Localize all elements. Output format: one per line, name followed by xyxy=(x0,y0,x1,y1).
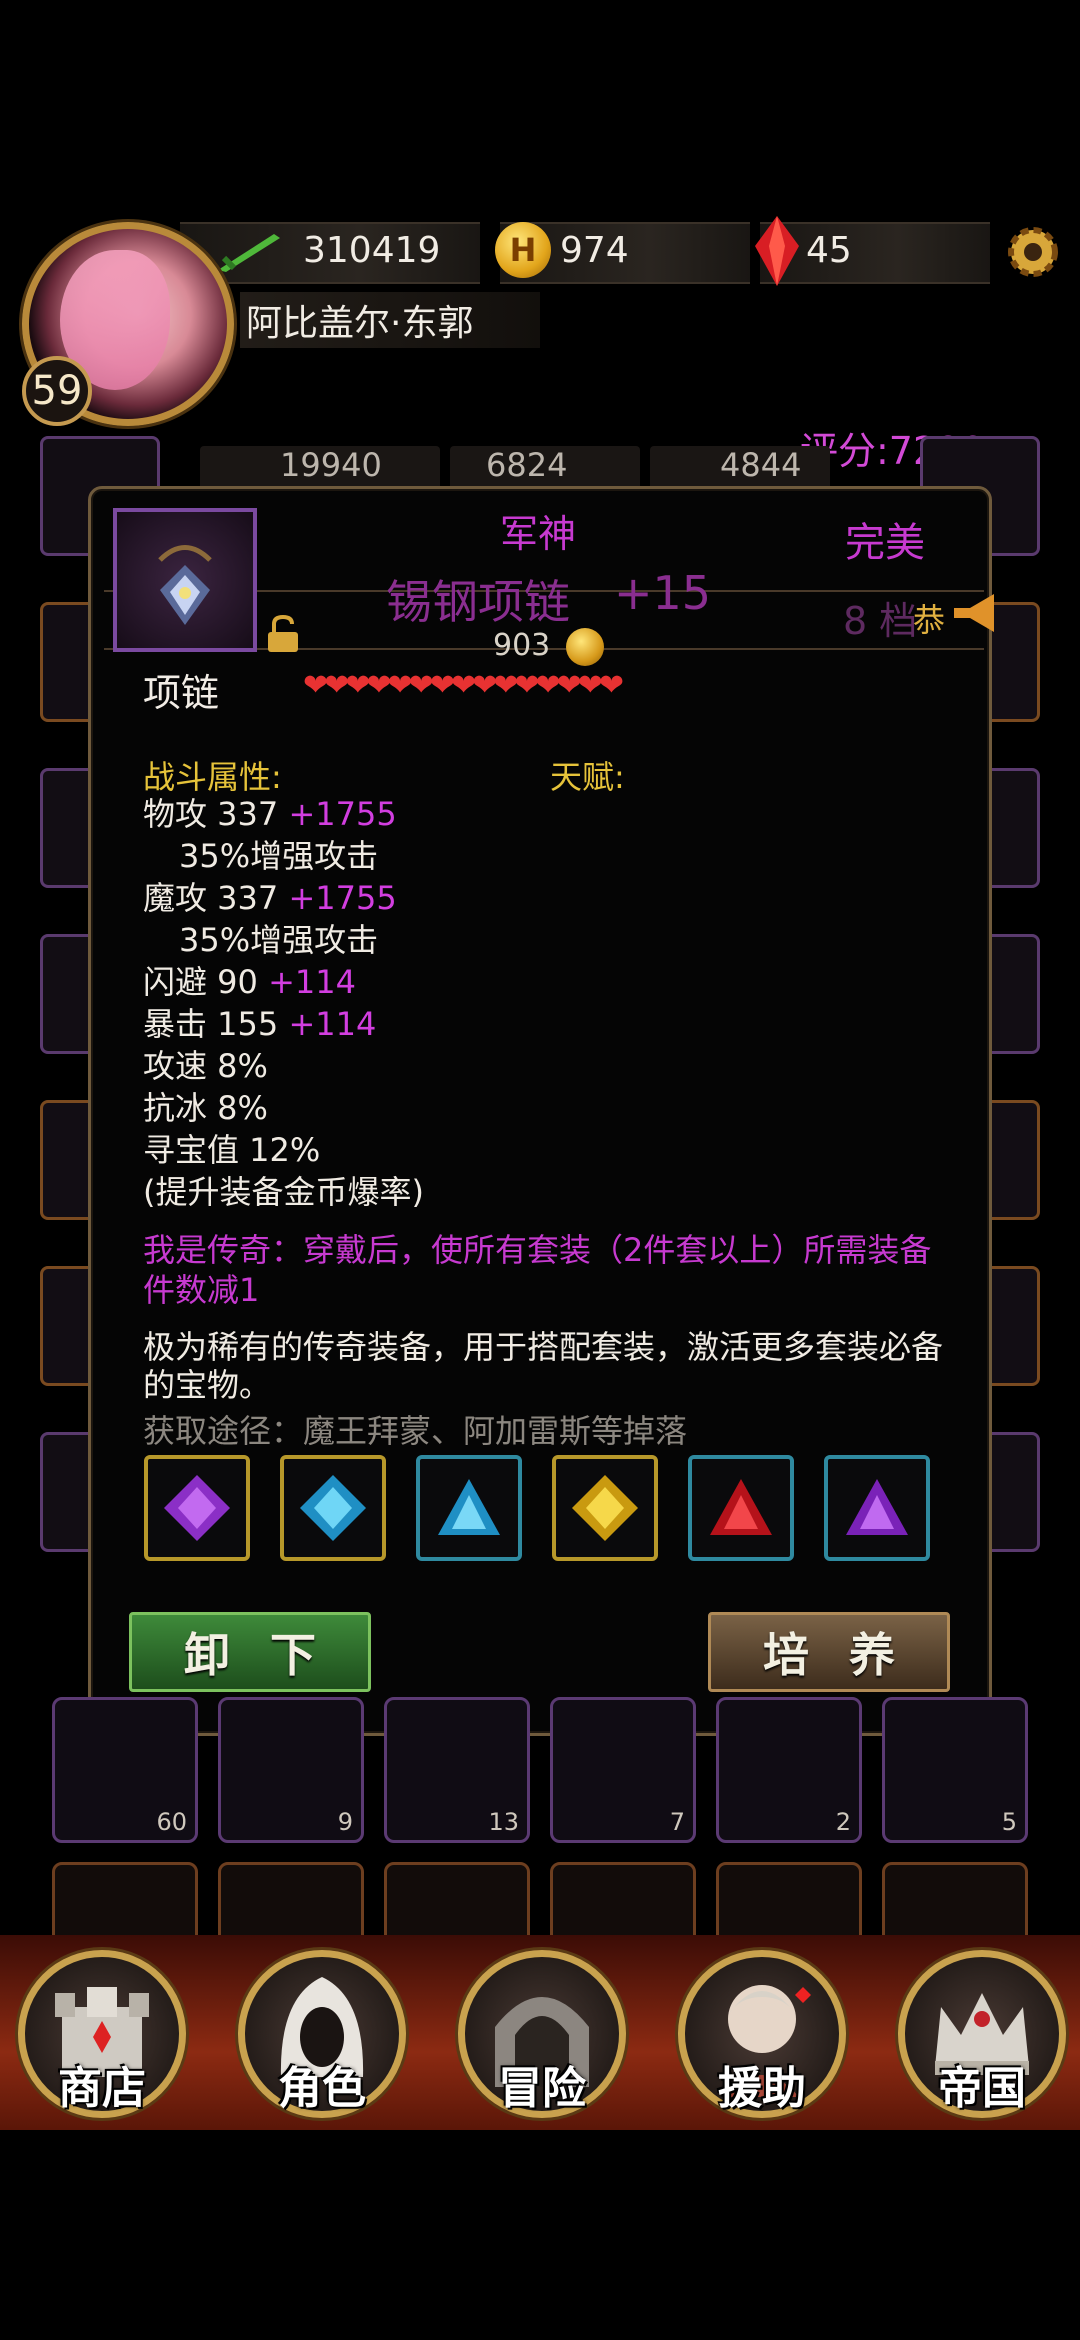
stat-row: 35%增强攻击 xyxy=(179,921,379,959)
inventory-slot[interactable]: 9 xyxy=(218,1697,364,1843)
gem-socket[interactable] xyxy=(280,1455,386,1561)
nav-assist-label: 援助 xyxy=(718,2063,806,2114)
necklace-icon xyxy=(158,545,212,625)
nav-empire-label: 帝国 xyxy=(938,2063,1026,2114)
gold-coin-icon: H xyxy=(495,222,551,278)
stat-row: 闪避 90 +114 xyxy=(143,963,356,1001)
gem-socket[interactable] xyxy=(688,1455,794,1561)
item-slot-count: 8 档 xyxy=(843,599,918,643)
nav-adventure-label: 冒险 xyxy=(498,2063,586,2114)
nav-character-label: 角色 xyxy=(278,2063,366,2114)
stat-list: 物攻 337 +1755 35%增强攻击 魔攻 337 +1755 35%增强攻… xyxy=(143,793,424,1213)
stat-row: 35%增强攻击 xyxy=(179,837,379,875)
item-category: 军神 xyxy=(500,512,577,556)
gem-socket[interactable] xyxy=(824,1455,930,1561)
inventory-slot[interactable]: 5 xyxy=(882,1697,1028,1843)
talent-label: 天赋: xyxy=(550,758,625,796)
item-quality: 完美 xyxy=(845,520,925,566)
stat-row: 暴击 155 +114 xyxy=(143,1005,377,1043)
nav-shop-label: 商店 xyxy=(58,2063,146,2114)
legend-effect-text: 我是传奇：穿戴后，使所有套装（2件套以上）所需装备件数减1 xyxy=(143,1231,932,1309)
red-gem-icon xyxy=(755,216,799,286)
train-button[interactable]: 培养 xyxy=(708,1612,950,1692)
item-enhance-level: +15 xyxy=(614,566,712,620)
horn-icon[interactable] xyxy=(950,590,1002,636)
gem-socket[interactable] xyxy=(144,1455,250,1561)
item-description: 极为稀有的传奇装备，用于搭配套装，激活更多套装必备的宝物。 xyxy=(143,1328,944,1404)
congrats-label: 恭 xyxy=(913,601,946,639)
inventory-slot[interactable]: 60 xyxy=(52,1697,198,1843)
yellow-diamond-gem-icon xyxy=(572,1475,638,1541)
power-value: 310419 xyxy=(303,230,441,271)
unequip-button[interactable]: 卸下 xyxy=(129,1612,371,1692)
stat-row: 魔攻 337 +1755 xyxy=(143,879,397,917)
purple-triangle-gem-icon xyxy=(846,1479,908,1535)
level-badge: 59 xyxy=(22,356,92,426)
blue-triangle-gem-icon xyxy=(438,1479,500,1535)
stat-row: 寻宝值 12% xyxy=(143,1131,321,1169)
gem-value: 45 xyxy=(806,230,852,271)
stat-row: 物攻 337 +1755 xyxy=(143,795,397,833)
gem-socket[interactable] xyxy=(416,1455,522,1561)
sword-power-icon xyxy=(218,234,280,272)
coin-icon xyxy=(566,628,604,666)
rating-hearts: ❤❤❤❤❤❤❤❤❤❤❤❤❤❤❤ xyxy=(303,668,624,703)
inventory-slot[interactable]: 7 xyxy=(550,1697,696,1843)
blue-diamond-gem-icon xyxy=(300,1475,366,1541)
gold-value: 974 xyxy=(560,230,629,271)
gem-socket[interactable] xyxy=(552,1455,658,1561)
item-slot-type: 项链 xyxy=(143,671,220,715)
inventory-slot[interactable]: 13 xyxy=(384,1697,530,1843)
purple-diamond-gem-icon xyxy=(164,1475,230,1541)
item-name: 锡钢项链 xyxy=(386,575,570,629)
lock-icon[interactable] xyxy=(264,614,302,654)
item-source: 获取途径：魔王拜蒙、阿加雷斯等掉落 xyxy=(143,1412,688,1450)
item-price: 903 xyxy=(493,628,551,663)
stat-row: (提升装备金币爆率) xyxy=(143,1173,424,1211)
player-name: 阿比盖尔·东郭 xyxy=(246,303,474,344)
inventory-slot[interactable]: 2 xyxy=(716,1697,862,1843)
stat-row: 攻速 8% xyxy=(143,1047,268,1085)
red-triangle-gem-icon xyxy=(710,1479,772,1535)
combat-attributes-label: 战斗属性: xyxy=(143,758,282,796)
gear-icon[interactable] xyxy=(997,220,1069,284)
stat-row: 抗冰 8% xyxy=(143,1089,268,1127)
